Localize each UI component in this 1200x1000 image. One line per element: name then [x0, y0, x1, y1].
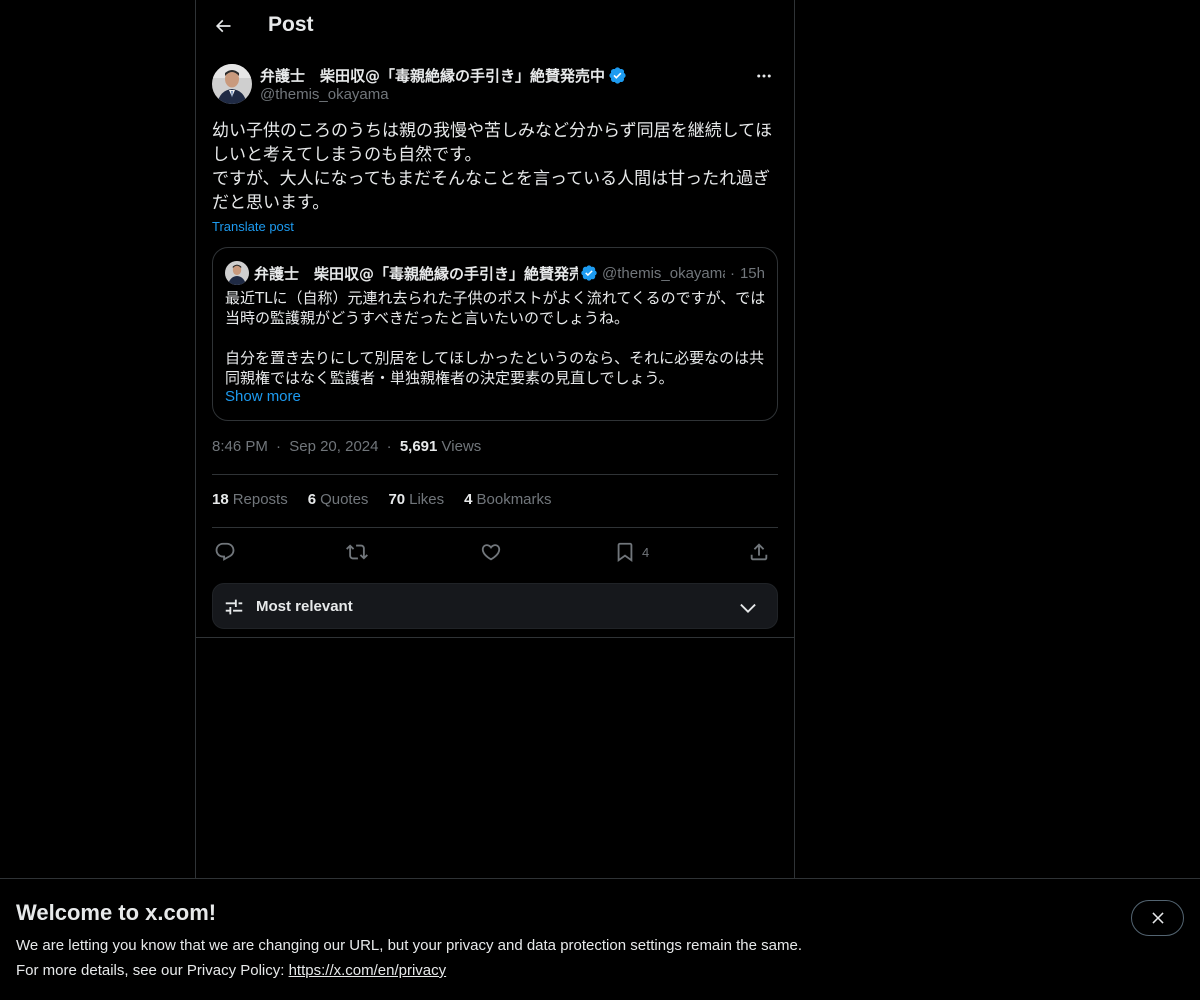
- post-date[interactable]: Sep 20, 2024: [289, 438, 378, 455]
- avatar-photo: [212, 64, 252, 104]
- privacy-policy-link[interactable]: https://x.com/en/privacy: [289, 962, 447, 979]
- author-avatar[interactable]: [212, 64, 252, 104]
- page-title: Post: [268, 13, 314, 36]
- reposts-stat[interactable]: 18 Reposts: [212, 491, 288, 508]
- views-count: 5,691: [399, 438, 438, 455]
- quoted-post-header: 弁護士 柴田収@「毒親絶縁の手引き」絶賛発売中 @themis_okayama …: [225, 261, 765, 285]
- quotes-stat[interactable]: 6 Quotes: [308, 491, 369, 508]
- post-author: 弁護士 柴田収@「毒親絶縁の手引き」絶賛発売中 @themis_okayama: [212, 64, 778, 108]
- quoted-avatar-photo: [225, 261, 249, 285]
- divider: [212, 527, 778, 528]
- quotes-count: 6: [307, 491, 317, 508]
- banner-message: We are letting you know that we are chan…: [16, 937, 802, 954]
- likes-stat[interactable]: 70 Likes: [388, 491, 444, 508]
- banner-privacy-line: For more details, see our Privacy Policy…: [16, 962, 446, 979]
- bookmark-icon: [617, 542, 633, 563]
- bookmarks-stat[interactable]: 4 Bookmarks: [464, 491, 551, 508]
- like-button[interactable]: [480, 537, 502, 567]
- reposts-count: 18: [212, 491, 229, 508]
- quoted-post-text: 最近TLに（自称）元連れ去られた子供のポストがよく流れてくるのですが、では当時の…: [225, 289, 766, 387]
- bookmarks-count: 4: [464, 491, 473, 508]
- quoted-author-name: 弁護士 柴田収@「毒親絶縁の手引き」絶賛発売中: [254, 264, 578, 283]
- repost-icon: [346, 544, 368, 560]
- engagement-stats: 18 Reposts 6 Quotes 70 Likes 4 Bookmarks: [212, 491, 552, 508]
- bookmark-button[interactable]: 4: [614, 537, 649, 567]
- show-more-link[interactable]: Show more: [225, 388, 301, 405]
- banner-close-button[interactable]: [1131, 900, 1184, 936]
- reposts-label: Reposts: [232, 491, 288, 508]
- sort-label: Most relevant: [256, 598, 353, 615]
- author-name-text: 弁護士 柴田収@「毒親絶縁の手引き」絶賛発売中: [260, 67, 606, 85]
- more-dots-icon: [757, 74, 771, 78]
- banner-privacy-prefix: For more details, see our Privacy Policy…: [16, 962, 289, 979]
- quoted-author-handle: @themis_okayama: [602, 264, 725, 282]
- meta-dot-1: ·: [276, 438, 282, 455]
- meta-dot-2: ·: [386, 438, 392, 455]
- post-meta: 8:46 PM · Sep 20, 2024 · 5,691 Views: [212, 438, 481, 455]
- author-handle[interactable]: @themis_okayama: [260, 86, 389, 103]
- bookmarks-label: Bookmarks: [476, 491, 552, 508]
- action-bar: 4: [212, 537, 778, 567]
- share-button[interactable]: [748, 537, 770, 567]
- repost-button[interactable]: [346, 537, 368, 567]
- header: Post: [196, 0, 794, 54]
- quotes-label: Quotes: [320, 491, 369, 508]
- more-options-button[interactable]: [750, 64, 778, 88]
- back-arrow-icon: [215, 19, 231, 33]
- banner-title: Welcome to x.com!: [16, 900, 217, 925]
- back-button[interactable]: [206, 9, 240, 43]
- chevron-down-icon: [740, 603, 756, 613]
- close-icon: [1151, 912, 1164, 924]
- url-change-banner: Welcome to x.com! We are letting you kno…: [0, 878, 1200, 1000]
- post-time[interactable]: 8:46 PM: [212, 438, 268, 455]
- bookmark-count: 4: [642, 544, 650, 560]
- post-text: 幼い子供のころのうちは親の我慢や苦しみなど分からず同居を継続してほしいと考えてし…: [212, 121, 773, 213]
- reply-button[interactable]: [214, 537, 236, 567]
- quoted-separator-dot: ·: [729, 264, 735, 282]
- quoted-verified-badge-icon: [581, 265, 597, 281]
- reply-icon: [215, 542, 235, 561]
- divider: [196, 637, 794, 638]
- views-label: Views: [441, 438, 482, 455]
- quoted-post[interactable]: 弁護士 柴田収@「毒親絶縁の手引き」絶賛発売中 @themis_okayama …: [212, 247, 778, 421]
- likes-label: Likes: [409, 491, 445, 508]
- primary-column: Post 弁護士 柴田収@「毒親絶縁の手引き」絶賛発売中 @themis_oka…: [195, 0, 795, 878]
- verified-badge-icon[interactable]: [608, 66, 627, 85]
- likes-count: 70: [388, 491, 406, 508]
- heart-icon: [481, 544, 501, 561]
- author-name[interactable]: 弁護士 柴田収@「毒親絶縁の手引き」絶賛発売中: [260, 65, 627, 86]
- sliders-icon: [225, 599, 243, 615]
- sort-replies-dropdown[interactable]: Most relevant: [212, 583, 778, 629]
- translate-post-link[interactable]: Translate post: [212, 219, 294, 234]
- quoted-time-ago: 15h: [739, 264, 765, 282]
- quoted-author-avatar: [225, 261, 249, 285]
- divider: [212, 474, 778, 475]
- share-icon: [750, 543, 768, 561]
